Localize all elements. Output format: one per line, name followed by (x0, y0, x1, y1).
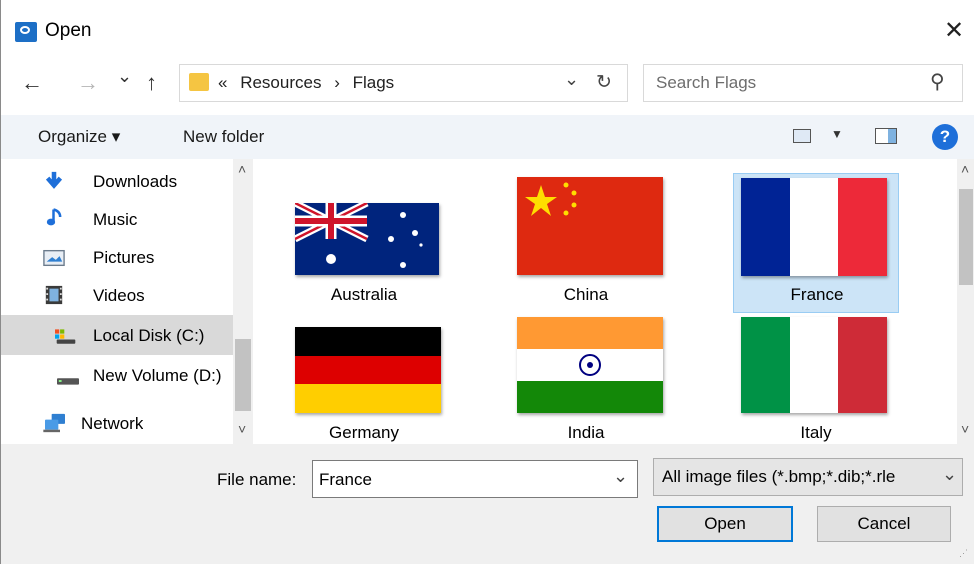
navigation-pane: Downloads Music Pictures Videos Local Di… (1, 159, 253, 444)
network-icon (43, 413, 65, 433)
address-dropdown-button[interactable]: ⌄ (564, 69, 579, 90)
file-item-germany[interactable]: Germany (281, 315, 447, 444)
preview-pane-icon[interactable] (875, 128, 897, 144)
australia-flag-icon (295, 203, 439, 275)
organize-button[interactable]: Organize ▾ (38, 127, 120, 147)
file-name-input[interactable]: France (319, 470, 372, 490)
file-item-france[interactable]: France (733, 173, 899, 313)
germany-flag-icon (295, 327, 441, 413)
sidebar-item-new-volume[interactable]: New Volume (D:) (1, 357, 233, 393)
file-type-select[interactable]: All image files (*.bmp;*.dib;*.rle ⌄ (653, 458, 963, 496)
footer-panel: File name: France ⌄ All image files (*.b… (1, 444, 974, 564)
breadcrumb: « Resources › Flags (218, 73, 394, 93)
file-name: Italy (800, 423, 832, 442)
sidebar-scrollbar[interactable]: ˄ ˅ (233, 159, 253, 444)
app-icon (15, 22, 37, 42)
back-button[interactable]: ← (21, 70, 43, 96)
file-name: China (563, 285, 609, 304)
sidebar-item-downloads[interactable]: Downloads (1, 163, 233, 199)
window-title: Open (45, 20, 92, 41)
file-name: Germany (329, 423, 399, 442)
file-item-italy[interactable]: Italy (733, 315, 899, 444)
france-flag-icon (741, 178, 887, 276)
chevron-down-icon[interactable]: ⌄ (613, 466, 628, 487)
file-item-india[interactable]: India (503, 315, 669, 444)
sidebar-item-label: Downloads (93, 172, 178, 191)
file-name-field[interactable]: France ⌄ (312, 460, 638, 498)
sidebar-item-local-disk[interactable]: Local Disk (C:) (1, 315, 233, 355)
up-button[interactable]: ↑ (146, 70, 157, 96)
videos-icon (45, 285, 63, 305)
file-list-scrollbar-thumb[interactable] (959, 189, 973, 285)
breadcrumb-flags[interactable]: Flags (353, 73, 395, 92)
sidebar-item-music[interactable]: Music (1, 201, 233, 237)
view-options-icon[interactable] (793, 129, 811, 143)
cancel-button[interactable]: Cancel (817, 506, 951, 542)
scroll-down-icon[interactable]: ˅ (961, 421, 969, 437)
file-list-scrollbar[interactable]: ˄ ˅ (957, 159, 974, 444)
file-item-china[interactable]: China (503, 173, 669, 313)
sidebar-item-label: Pictures (93, 248, 155, 267)
scroll-up-icon[interactable]: ˄ (238, 161, 246, 177)
command-bar: Organize ▾ New folder ▼ ? (1, 115, 974, 159)
resize-grip-icon[interactable]: ⋰ (959, 548, 968, 559)
sidebar-item-videos[interactable]: Videos (1, 277, 233, 313)
music-icon (46, 208, 62, 226)
sidebar-item-label: Local Disk (C:) (93, 326, 205, 345)
sidebar-item-network[interactable]: Network (1, 405, 233, 441)
file-item-australia[interactable]: Australia (281, 173, 447, 313)
recent-locations-button[interactable]: ⌄ (117, 66, 132, 87)
local-disk-icon (55, 329, 76, 344)
scroll-down-icon[interactable]: ˅ (238, 421, 246, 437)
forward-button[interactable]: → (77, 70, 99, 96)
refresh-button[interactable]: ↻ (596, 71, 612, 94)
open-button[interactable]: Open (657, 506, 793, 542)
sidebar-item-label: Videos (93, 286, 145, 305)
search-icon: ⚲ (930, 71, 945, 93)
india-flag-icon (517, 317, 663, 413)
file-name-label: File name: (217, 470, 297, 489)
new-folder-button[interactable]: New folder (183, 127, 264, 147)
view-dropdown-icon[interactable]: ▼ (831, 127, 843, 141)
file-list: Australia China France Germany India Ita… (253, 159, 957, 444)
close-button[interactable]: ✕ (939, 16, 969, 46)
search-box[interactable]: Search Flags ⚲ (643, 64, 963, 102)
help-icon[interactable]: ? (932, 124, 958, 150)
breadcrumb-overflow[interactable]: « (218, 73, 227, 92)
search-input[interactable]: Search Flags (656, 73, 756, 93)
address-bar[interactable]: « Resources › Flags ⌄ ↻ (179, 64, 628, 102)
sidebar-item-label: Music (93, 210, 138, 229)
breadcrumb-resources[interactable]: Resources (240, 73, 321, 92)
title-bar: Open ✕ (1, 0, 974, 64)
china-flag-icon (517, 177, 663, 275)
breadcrumb-separator[interactable]: › (334, 73, 340, 92)
sidebar-scrollbar-thumb[interactable] (235, 339, 251, 411)
scroll-up-icon[interactable]: ˄ (961, 161, 969, 177)
file-type-value: All image files (*.bmp;*.dib;*.rle (662, 467, 896, 486)
sidebar-item-label: New Volume (D:) (93, 366, 222, 385)
open-file-dialog: Open ✕ ← → ⌄ ↑ « Resources › Flags ⌄ ↻ S… (0, 0, 974, 564)
folder-icon (189, 73, 209, 91)
pictures-icon (43, 249, 65, 267)
italy-flag-icon (741, 317, 887, 413)
sidebar-item-pictures[interactable]: Pictures (1, 239, 233, 275)
drive-icon (57, 378, 79, 385)
downloads-icon (45, 171, 63, 189)
file-name: Australia (330, 285, 398, 304)
file-name: France (790, 285, 844, 304)
file-name: India (567, 423, 605, 442)
sidebar-item-label: Network (81, 414, 144, 433)
chevron-down-icon[interactable]: ⌄ (942, 464, 957, 485)
